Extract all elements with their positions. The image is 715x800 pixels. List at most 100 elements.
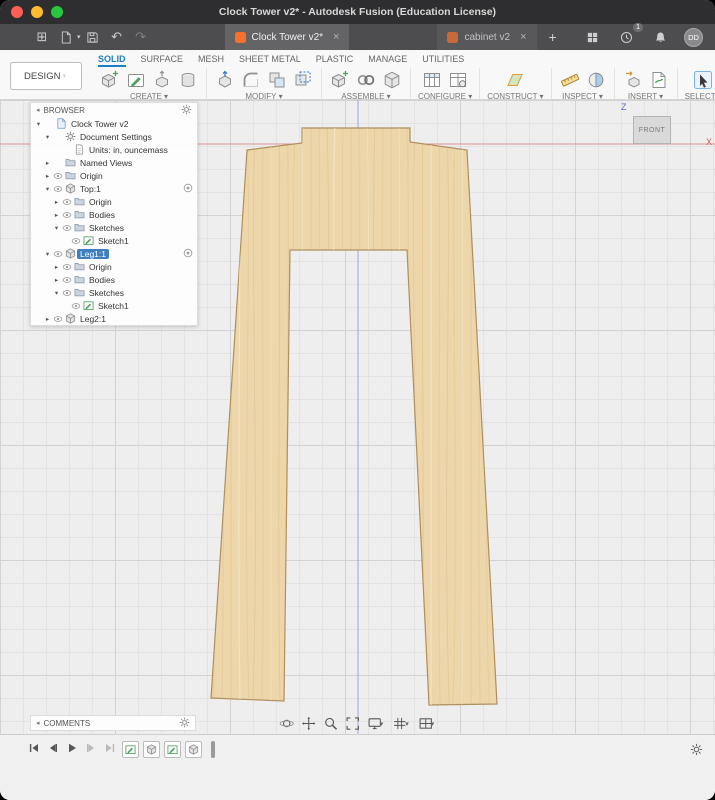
- browser-item-bodies[interactable]: ▸ Bodies: [31, 208, 197, 221]
- skip-start-button[interactable]: [28, 742, 40, 754]
- visibility-eye-icon[interactable]: [52, 314, 64, 324]
- timeline-feature-sketch-icon[interactable]: [164, 741, 181, 758]
- grid-and-snaps-icon[interactable]: ▾: [392, 716, 411, 731]
- redo-icon[interactable]: ↷: [131, 27, 151, 47]
- browser-item-clock-tower-v2[interactable]: ▾ Clock Tower v2: [31, 117, 197, 130]
- expand-toggle-icon[interactable]: ▾: [34, 120, 43, 128]
- ribbon-tab-solid[interactable]: SOLID: [98, 54, 126, 67]
- ribbon-tab-plastic[interactable]: PLASTIC: [316, 54, 354, 67]
- play-button[interactable]: [66, 742, 78, 754]
- activate-component-radio[interactable]: [183, 248, 193, 260]
- job-status-icon[interactable]: 1: [616, 23, 643, 47]
- viewports-caret-icon[interactable]: ▾: [431, 720, 435, 728]
- activate-component-radio[interactable]: [183, 183, 193, 195]
- expand-toggle-icon[interactable]: ▾: [43, 133, 52, 141]
- grid-and-snaps-caret-icon[interactable]: ▾: [405, 720, 409, 728]
- timeline-feature-sketch-icon[interactable]: [122, 741, 139, 758]
- save-icon[interactable]: [83, 27, 103, 47]
- browser-item-sketch1[interactable]: Sketch1: [31, 299, 197, 312]
- ribbon-tab-sheet-metal[interactable]: SHEET METAL: [239, 54, 301, 67]
- expand-toggle-icon[interactable]: ▸: [43, 315, 52, 323]
- step-forward-button[interactable]: [85, 742, 97, 754]
- expand-toggle-icon[interactable]: ▸: [52, 211, 61, 219]
- ribbon-tab-utilities[interactable]: UTILITIES: [422, 54, 464, 67]
- close-tab-icon[interactable]: ×: [520, 31, 526, 43]
- comments-collapse-icon[interactable]: ◂: [36, 719, 40, 727]
- visibility-eye-icon[interactable]: [52, 184, 64, 194]
- browser-item-named-views[interactable]: ▸ Named Views: [31, 156, 197, 169]
- combine-icon[interactable]: [266, 69, 288, 91]
- extrude-icon[interactable]: [151, 69, 173, 91]
- browser-item-origin[interactable]: ▸ Origin: [31, 195, 197, 208]
- orbit-icon[interactable]: [279, 716, 294, 731]
- user-avatar[interactable]: DD: [684, 27, 703, 47]
- expand-toggle-icon[interactable]: ▾: [52, 289, 61, 297]
- ribbon-tab-mesh[interactable]: MESH: [198, 54, 224, 67]
- browser-item-origin[interactable]: ▸ Origin: [31, 169, 197, 182]
- expand-toggle-icon[interactable]: ▸: [43, 172, 52, 180]
- browser-item-sketches[interactable]: ▾ Sketches: [31, 286, 197, 299]
- ribbon-tab-manage[interactable]: MANAGE: [368, 54, 407, 67]
- zoom-icon[interactable]: [323, 716, 338, 731]
- undo-icon[interactable]: ↶: [107, 27, 127, 47]
- traffic-minimize[interactable]: [31, 6, 43, 18]
- timeline-settings-gear-icon[interactable]: [690, 743, 703, 761]
- browser-item-leg1-1[interactable]: ▾ Leg1:1: [31, 247, 197, 260]
- browser-item-sketches[interactable]: ▾ Sketches: [31, 221, 197, 234]
- joint-icon[interactable]: [355, 69, 377, 91]
- browser-item-bodies[interactable]: ▸ Bodies: [31, 273, 197, 286]
- visibility-eye-icon[interactable]: [61, 210, 73, 220]
- browser-item-sketch1[interactable]: Sketch1: [31, 234, 197, 247]
- skip-end-button[interactable]: [104, 742, 116, 754]
- new-component-icon[interactable]: [329, 69, 351, 91]
- section-analysis-icon[interactable]: [585, 69, 607, 91]
- extensions-icon[interactable]: [582, 27, 602, 47]
- expand-toggle-icon[interactable]: ▾: [43, 250, 52, 258]
- visibility-eye-icon[interactable]: [52, 249, 64, 259]
- offset-face-icon[interactable]: [292, 69, 314, 91]
- configuration-table-icon[interactable]: [421, 69, 443, 91]
- browser-item-document-settings[interactable]: ▾ Document Settings: [31, 130, 197, 143]
- expand-toggle-icon[interactable]: ▾: [52, 224, 61, 232]
- measure-icon[interactable]: [559, 69, 581, 91]
- file-menu-caret-icon[interactable]: ▾: [77, 33, 81, 41]
- comments-bar[interactable]: ◂ COMMENTS: [30, 715, 196, 731]
- browser-settings-gear-icon[interactable]: [181, 104, 192, 117]
- visibility-eye-icon[interactable]: [70, 301, 82, 311]
- notifications-bell-icon[interactable]: [650, 27, 670, 47]
- step-back-button[interactable]: [47, 742, 59, 754]
- browser-item-top-1[interactable]: ▾ Top:1: [31, 182, 197, 195]
- browser-item-leg2-1[interactable]: ▸ Leg2:1: [31, 312, 197, 325]
- new-component-icon[interactable]: [99, 69, 121, 91]
- expand-toggle-icon[interactable]: ▸: [43, 159, 52, 167]
- visibility-eye-icon[interactable]: [61, 262, 73, 272]
- display-settings-icon[interactable]: ▾: [367, 716, 386, 731]
- insert-svg-icon[interactable]: [648, 69, 670, 91]
- visibility-eye-icon[interactable]: [61, 275, 73, 285]
- traffic-zoom[interactable]: [51, 6, 63, 18]
- browser-item-units-in-ouncemass[interactable]: Units: in, ouncemass: [31, 143, 197, 156]
- file-menu-icon[interactable]: [56, 27, 76, 47]
- rigid-group-icon[interactable]: [381, 69, 403, 91]
- timeline-feature-extrude-icon[interactable]: [143, 741, 160, 758]
- pan-icon[interactable]: [301, 716, 316, 731]
- expand-toggle-icon[interactable]: ▾: [43, 185, 52, 193]
- configure-features-icon[interactable]: [447, 69, 469, 91]
- expand-toggle-icon[interactable]: ▸: [52, 198, 61, 206]
- app-grid-menu-icon[interactable]: ⊞: [32, 27, 52, 47]
- document-tab-cabinet[interactable]: cabinet v2 ×: [437, 24, 537, 50]
- select-cursor-icon[interactable]: [692, 69, 714, 91]
- insert-derive-icon[interactable]: [622, 69, 644, 91]
- construction-plane-icon[interactable]: [504, 69, 526, 91]
- fit-icon[interactable]: [345, 716, 360, 731]
- display-settings-caret-icon[interactable]: ▾: [380, 720, 384, 728]
- create-sketch-icon[interactable]: [125, 69, 147, 91]
- timeline-feature-extrude-icon[interactable]: [185, 741, 202, 758]
- browser-collapse-icon[interactable]: ◂: [36, 106, 40, 114]
- workspace-selector[interactable]: DESIGN ▾: [10, 62, 82, 90]
- expand-toggle-icon[interactable]: ▸: [52, 263, 61, 271]
- ribbon-tab-surface[interactable]: SURFACE: [141, 54, 184, 67]
- traffic-close[interactable]: [11, 6, 23, 18]
- canvas-viewport[interactable]: Z FRONT X ◂ BROWSER ▾ Clock Tower v2 ▾ Docu…: [0, 100, 715, 734]
- comments-settings-gear-icon[interactable]: [179, 717, 190, 730]
